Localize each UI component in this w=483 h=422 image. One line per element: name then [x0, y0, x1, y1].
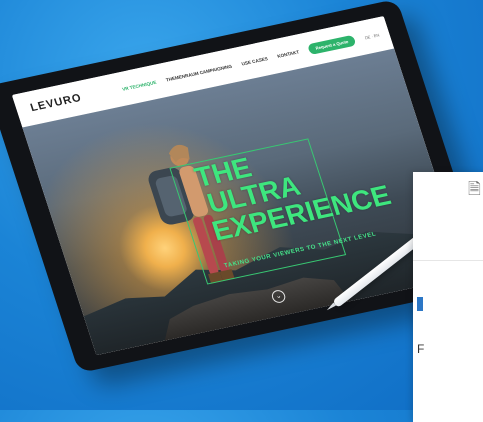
tablet-screen: LEVURO VR TECHNIQUE THEMENRAUM CAMPAIGNI… — [11, 16, 469, 356]
hero-headline: THE ULTRA EXPERIENCE — [191, 128, 395, 247]
card-text: F — [417, 342, 425, 356]
nav-link-vr-technique[interactable]: VR TECHNIQUE — [121, 79, 157, 91]
overlay-card: 🗎 F — [413, 172, 483, 422]
request-quote-button[interactable]: Request a Quote — [306, 34, 357, 55]
nav-link-use-cases[interactable]: USE CASES — [241, 56, 269, 66]
nav-link-themenraum[interactable]: THEMENRAUM CAMPAIGNING — [165, 63, 232, 82]
language-switcher[interactable]: DE · EN — [364, 32, 380, 40]
card-accent-bar — [417, 297, 423, 311]
nav-link-kontakt[interactable]: KONTAKT — [276, 49, 299, 58]
tablet-device: LEVURO VR TECHNIQUE THEMENRAUM CAMPAIGNI… — [0, 0, 483, 374]
document-icon: 🗎 — [468, 181, 481, 198]
brand-logo[interactable]: LEVURO — [29, 92, 83, 114]
